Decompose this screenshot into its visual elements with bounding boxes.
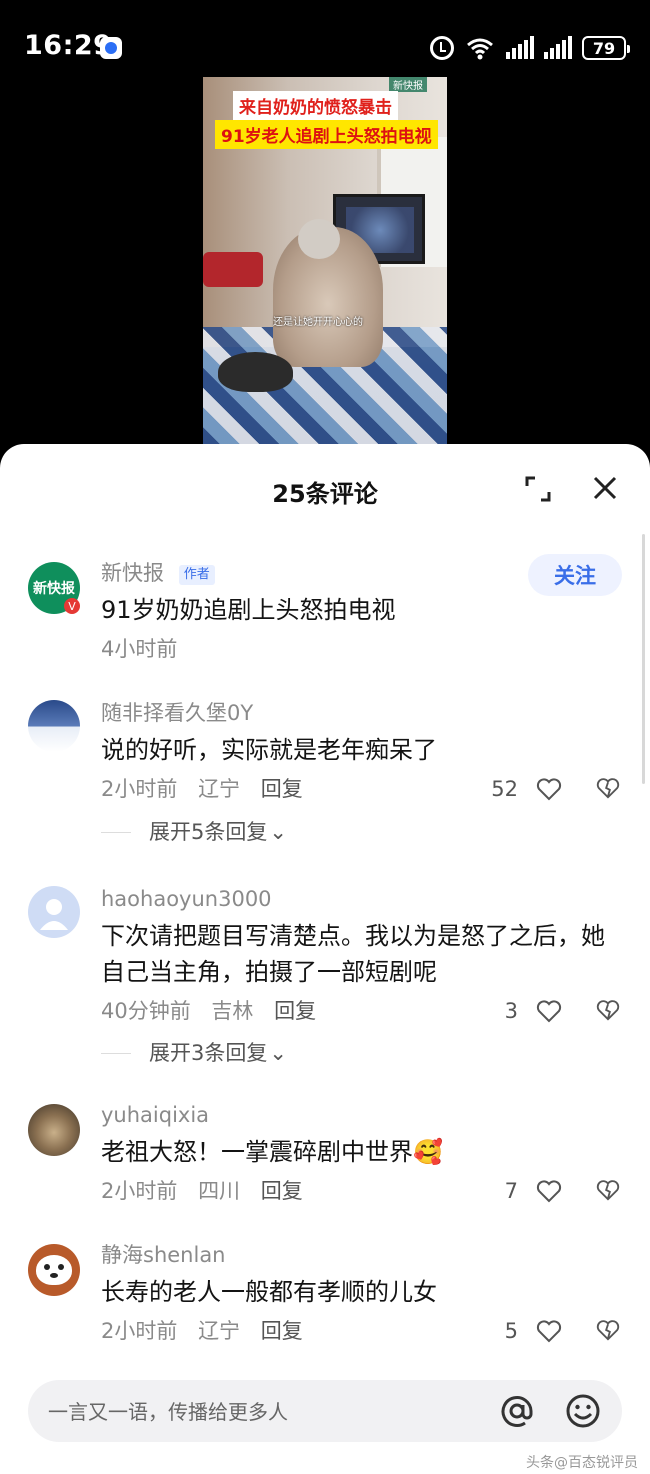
comment-text: 说的好听，实际就是老年痴呆了 xyxy=(101,736,437,764)
comment-location: 辽宁 xyxy=(198,777,241,801)
comment-location: 四川 xyxy=(198,1179,241,1203)
avatar[interactable] xyxy=(28,886,80,938)
heart-icon xyxy=(536,778,562,801)
follow-button[interactable]: 关注 xyxy=(528,554,622,596)
heart-icon xyxy=(536,1180,562,1203)
comment-input[interactable]: 一言又一语，传播给更多人 xyxy=(28,1380,622,1442)
comment-text: 下次请把题目写清楚点。我以为是怒了之后，她自己当主角，拍摄了一部短剧呢 xyxy=(101,922,605,986)
like-count: 3 xyxy=(504,999,518,1023)
sheet-header: 25条评论 xyxy=(0,444,650,534)
broken-heart-icon[interactable] xyxy=(596,1178,620,1202)
reply-button[interactable]: 回复 xyxy=(261,1179,303,1203)
like-count: 5 xyxy=(504,1319,518,1343)
comment-sheet: 25条评论 新快报 V 新快报 作者 91岁奶奶追剧上头怒拍电视 4小时前 关注 xyxy=(0,444,650,1474)
heart-icon xyxy=(536,1320,562,1343)
commenter-name[interactable]: 随非择看久堡0Y xyxy=(101,698,620,728)
emoji-icon[interactable] xyxy=(564,1392,602,1430)
chevron-down-icon: ⌄ xyxy=(269,1041,287,1065)
broken-heart-icon[interactable] xyxy=(596,998,620,1022)
broken-heart-icon[interactable] xyxy=(596,776,620,800)
video-subtitle: 还是让她开开心心的 xyxy=(273,317,363,328)
like-button[interactable]: 7 xyxy=(505,1176,562,1206)
wifi-icon xyxy=(464,36,496,60)
like-count: 7 xyxy=(504,1179,518,1203)
expand-replies-button[interactable]: 展开5条回复⌄ xyxy=(101,817,287,847)
video-caption-bottom: 91岁老人追剧上头怒拍电视 xyxy=(215,120,438,149)
expand-icon[interactable] xyxy=(523,474,553,504)
like-button[interactable]: 5 xyxy=(505,1316,562,1346)
commenter-name[interactable]: 静海shenlan xyxy=(101,1240,620,1270)
comment-text: 老祖大怒！一掌震碎剧中世界🥰 xyxy=(101,1138,443,1166)
like-button[interactable]: 3 xyxy=(505,996,562,1026)
comment-time: 2小时前 xyxy=(101,1179,178,1203)
comment-time: 40分钟前 xyxy=(101,999,191,1023)
like-count: 52 xyxy=(491,777,518,801)
default-avatar-icon xyxy=(40,899,68,930)
heart-icon xyxy=(536,1000,562,1023)
video-caption-top: 来自奶奶的愤怒暴击 xyxy=(233,91,398,120)
expand-replies-button[interactable]: 展开3条回复⌄ xyxy=(101,1038,287,1068)
video-logo: 新快报 xyxy=(389,77,427,92)
avatar[interactable] xyxy=(28,1244,80,1296)
comment-text: 91岁奶奶追剧上头怒拍电视 xyxy=(101,596,396,624)
battery-indicator: 79 xyxy=(582,36,630,60)
author-tag: 作者 xyxy=(178,565,215,585)
comment-time: 2小时前 xyxy=(101,777,178,801)
status-icons: 79 xyxy=(430,34,630,62)
video-player[interactable]: 新快报 来自奶奶的愤怒暴击 91岁老人追剧上头怒拍电视 还是让她开开心心的 xyxy=(203,77,447,447)
mention-icon[interactable] xyxy=(498,1392,536,1430)
comment-location: 吉林 xyxy=(211,999,254,1023)
commenter-name[interactable]: yuhaiqixia xyxy=(101,1100,620,1130)
reply-button[interactable]: 回复 xyxy=(261,1319,303,1343)
avatar[interactable] xyxy=(28,1104,80,1156)
comment-text: 长寿的老人一般都有孝顺的儿女 xyxy=(101,1278,437,1306)
comment-time: 4小时前 xyxy=(101,637,178,661)
signal-icon-2 xyxy=(544,36,572,60)
commenter-name[interactable]: 新快报 xyxy=(101,561,164,585)
comment-input-placeholder: 一言又一语，传播给更多人 xyxy=(48,1400,288,1424)
alarm-icon xyxy=(430,36,454,60)
reply-button[interactable]: 回复 xyxy=(261,777,303,801)
commenter-name[interactable]: haohaoyun3000 xyxy=(101,884,620,914)
broken-heart-icon[interactable] xyxy=(596,1318,620,1342)
comment-location: 辽宁 xyxy=(198,1319,241,1343)
signal-icon xyxy=(506,36,534,60)
scrollbar[interactable] xyxy=(642,534,645,784)
close-icon[interactable] xyxy=(591,474,619,502)
avatar[interactable] xyxy=(28,700,80,752)
watermark: 头条@百态锐评员 xyxy=(526,1455,638,1471)
chevron-down-icon: ⌄ xyxy=(269,820,287,844)
app-notification-icon xyxy=(100,37,122,59)
comment-time: 2小时前 xyxy=(101,1319,178,1343)
reply-button[interactable]: 回复 xyxy=(274,999,316,1023)
verified-badge-icon: V xyxy=(64,598,80,614)
like-button[interactable]: 52 xyxy=(491,774,562,804)
